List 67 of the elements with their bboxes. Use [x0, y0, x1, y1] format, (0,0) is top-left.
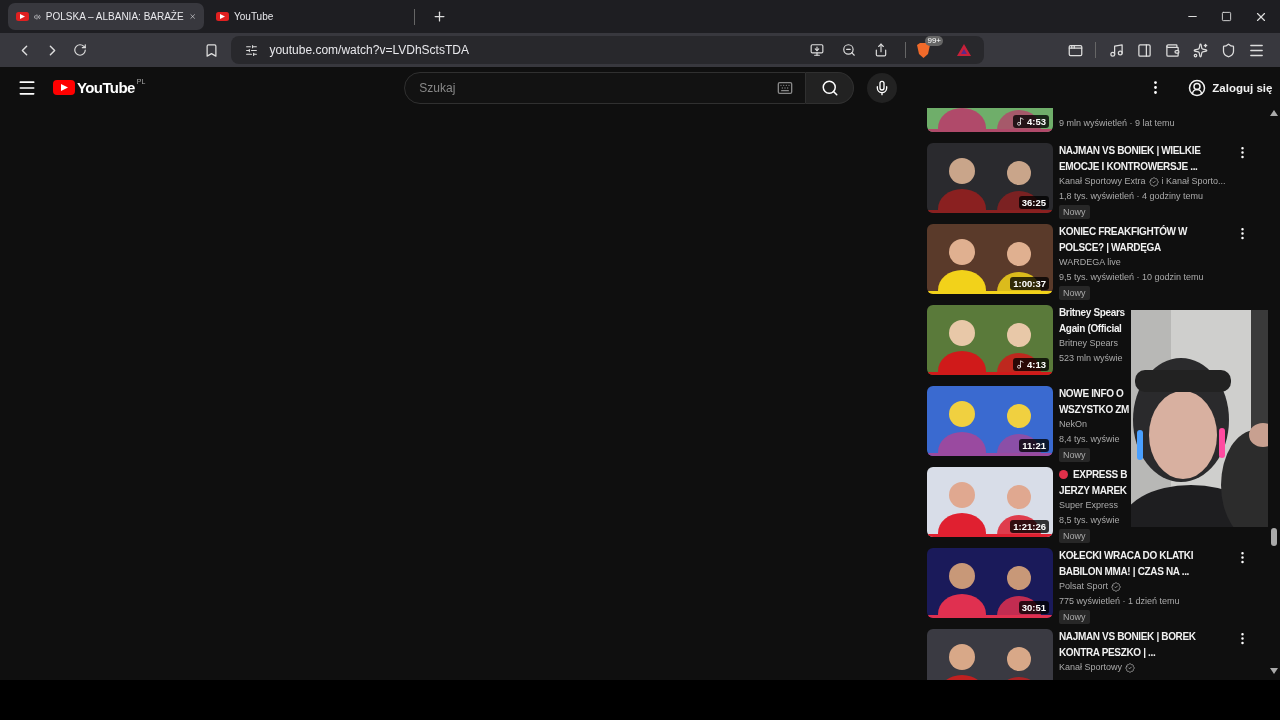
- duration-label: 4:13: [1013, 358, 1049, 371]
- view-count: 9 mln wyświetleń · 9 lat temu: [1059, 117, 1175, 130]
- video-title[interactable]: NAJMAN VS BONIEK | BOREK KONTRA PESZKO | ...: [1059, 629, 1196, 660]
- new-badge: Nowy: [1059, 286, 1090, 300]
- new-tab-icon[interactable]: [431, 9, 447, 24]
- user-icon: [1188, 78, 1207, 97]
- site-settings-icon[interactable]: [244, 43, 258, 57]
- keyboard-icon[interactable]: [777, 79, 794, 96]
- play-logo-icon: [216, 12, 229, 21]
- channel-name[interactable]: NekOn: [1059, 417, 1087, 432]
- video-title[interactable]: EXPRESS B JERZY MAREK: [1059, 467, 1128, 498]
- triangle-icon[interactable]: [957, 44, 972, 56]
- channel-name[interactable]: Super Express: [1059, 498, 1119, 513]
- count-badge: 99+: [925, 36, 944, 46]
- new-badge: Nowy: [1059, 529, 1090, 543]
- new-badge: Nowy: [1059, 610, 1090, 624]
- zoom-out-icon[interactable]: [842, 43, 857, 57]
- channel-name[interactable]: Britney Spears: [1059, 336, 1119, 351]
- video-title[interactable]: KONIEC FREAKFIGHTÓW W POLSCE? | WARDĘGA: [1059, 224, 1188, 255]
- address-bar[interactable]: youtube.com/watch?v=LVDhSctsTDA 99+: [231, 36, 985, 64]
- share-icon[interactable]: [874, 43, 889, 57]
- url-text: youtube.com/watch?v=LVDhSctsTDA: [269, 43, 470, 57]
- browser-tab[interactable]: POLSKA – ALBANIA: BARAŻE: [8, 3, 204, 30]
- sparkle-icon[interactable]: [1192, 42, 1208, 58]
- new-badge: Nowy: [1059, 205, 1090, 219]
- duration-label: 1:21:26: [1010, 520, 1049, 533]
- reload-icon[interactable]: [73, 43, 87, 57]
- duration-label: 36:25: [1018, 196, 1049, 209]
- channel-name[interactable]: WARDEGA live: [1059, 255, 1121, 270]
- channel-name[interactable]: i Kanał Sporto...: [1161, 174, 1226, 189]
- install-icon[interactable]: [810, 43, 825, 57]
- video-title[interactable]: NOWE INFO O WSZYSTKO ZM: [1059, 386, 1130, 417]
- channel-name[interactable]: Kanał Sportowy: [1059, 660, 1123, 675]
- shield-icon[interactable]: [1220, 42, 1236, 58]
- video-title[interactable]: NAJMAN VS BONIEK | WIELKIE EMOCJE I KONTROWERSJE ...: [1059, 143, 1201, 174]
- view-count: 523 mln wyświe: [1059, 352, 1123, 365]
- new-badge: Nowy: [1059, 448, 1090, 462]
- wallet-icon[interactable]: [1164, 42, 1180, 58]
- search-box[interactable]: Szukaj: [404, 71, 807, 104]
- tab-title: YouTube: [234, 11, 275, 22]
- play-logo-icon: [16, 12, 29, 21]
- view-count: 8,4 tys. wyświe: [1059, 433, 1120, 446]
- search-panel-icon[interactable]: [1067, 42, 1083, 58]
- lion-shield-icon[interactable]: [916, 41, 932, 59]
- sidebar-icon[interactable]: [1136, 42, 1152, 58]
- video-title[interactable]: KOŁECKI WRACA DO KLATKI BABILON MMA! | CZAS NA ...: [1059, 548, 1194, 579]
- view-count: 9,5 tys. wyświetleń · 10 godzin temu: [1059, 271, 1204, 284]
- microphone-button[interactable]: [867, 72, 898, 103]
- duration-label: 1:00:37: [1010, 277, 1049, 290]
- view-count: 1,8 tys. wyświetleń · 4 godziny temu: [1059, 190, 1204, 203]
- channel-name[interactable]: Kanał Sportowy Extra: [1059, 174, 1146, 189]
- channel-name[interactable]: Polsat Sport: [1059, 579, 1109, 594]
- music-icon[interactable]: [1108, 42, 1124, 58]
- duration-label: 11:21: [1019, 439, 1049, 452]
- search-icon: [820, 78, 839, 97]
- search-button[interactable]: [806, 71, 855, 104]
- sign-in-button[interactable]: Zaloguj się: [1182, 72, 1279, 103]
- search-field[interactable]: Szukaj: [417, 79, 778, 96]
- duration-label: 4:53: [1013, 115, 1049, 128]
- tab-title: POLSKA – ALBANIA: BARAŻE: [45, 11, 184, 22]
- duration-label: 30:51: [1018, 601, 1049, 614]
- video-title[interactable]: Britney Spears Again (Official: [1059, 305, 1125, 336]
- restore-icon[interactable]: [1221, 11, 1232, 22]
- bookmark-icon[interactable]: [203, 42, 219, 58]
- browser-tab[interactable]: YouTube: [208, 3, 404, 30]
- view-count: 775 wyświetleń · 1 dzień temu: [1059, 595, 1180, 608]
- view-count: 8,5 tys. wyświe: [1059, 514, 1120, 527]
